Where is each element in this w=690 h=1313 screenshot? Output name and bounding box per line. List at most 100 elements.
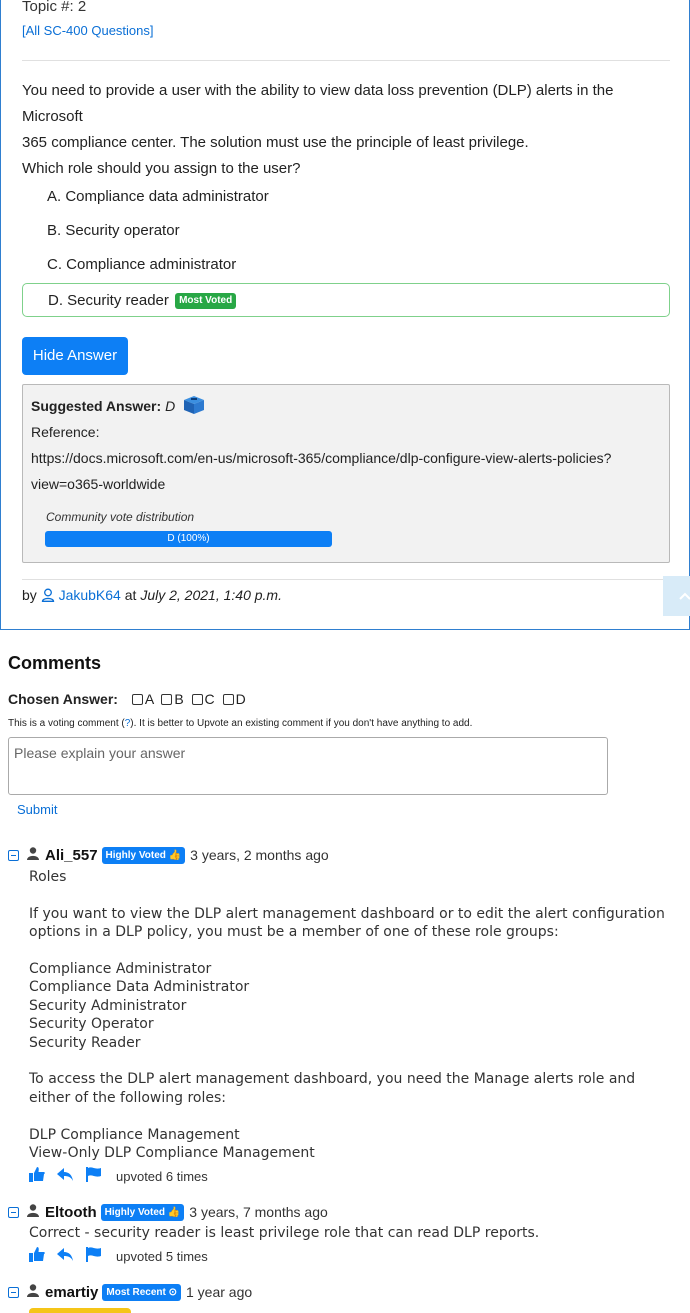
answer-box: Suggested Answer: D Reference: https://d…: [22, 384, 670, 563]
highly-voted-badge: Highly Voted 👍: [100, 1203, 185, 1221]
user-icon: [41, 587, 59, 603]
textarea-placeholder: Please explain your answer: [14, 745, 186, 761]
post-date: July 2, 2021, 1:40 p.m.: [140, 587, 282, 603]
choice-c[interactable]: C. Compliance administrator: [22, 248, 670, 282]
suggested-answer-label: Suggested Answer:: [31, 398, 162, 414]
ballot-box-icon[interactable]: [183, 395, 205, 423]
submit-button[interactable]: Submit: [17, 802, 57, 817]
comment-timestamp: 3 years, 7 months ago: [189, 1204, 328, 1220]
by-label: by: [22, 587, 37, 603]
question-line: Which role should you assign to the user…: [22, 160, 301, 177]
option-label: B: [174, 691, 184, 707]
reference-url-line-1: https://docs.microsoft.com/en-us/microso…: [31, 450, 612, 466]
upvote-icon[interactable]: [29, 1167, 45, 1185]
comment-paragraph: DLP Compliance Management: [29, 1126, 240, 1143]
user-icon: [27, 847, 39, 863]
chevron-up-icon: [663, 592, 690, 620]
checkbox-d[interactable]: [222, 694, 234, 705]
author-name: JakubK64: [58, 587, 121, 603]
question-text: You need to provide a user with the abil…: [22, 78, 670, 182]
choice-label: A. Compliance data administrator: [47, 188, 269, 205]
checkbox-c[interactable]: [191, 694, 203, 705]
comment-paragraph: If you want to view the DLP alert manage…: [29, 905, 665, 941]
comment-paragraph: To access the DLP alert management dashb…: [29, 1071, 636, 1106]
selected-answer-badge: [29, 1308, 131, 1313]
divider: [22, 579, 670, 580]
highly-voted-badge: Highly Voted 👍: [101, 846, 186, 864]
comment-paragraph: [29, 942, 679, 960]
comment-paragraph: Roles: [29, 869, 67, 885]
upvote-icon[interactable]: [29, 1247, 45, 1265]
comment-username[interactable]: Ali_557: [45, 847, 98, 864]
hide-answer-button[interactable]: Hide Answer: [22, 337, 128, 375]
reference-url-line-2: view=o365-worldwide: [31, 476, 166, 492]
reply-icon[interactable]: [57, 1247, 74, 1265]
choice-a[interactable]: A. Compliance data administrator: [22, 180, 670, 214]
comment-body: Roles If you want to view the DLP alert …: [29, 868, 679, 1162]
choice-d[interactable]: D. Security reader Most Voted: [22, 283, 670, 317]
comment-username[interactable]: emartiy: [45, 1284, 98, 1301]
comment-paragraph: Security Reader: [29, 1034, 141, 1051]
comment-paragraph: Security Operator: [29, 1016, 154, 1033]
reply-icon[interactable]: [57, 1167, 74, 1185]
topic-label: Topic #: 2: [22, 0, 87, 15]
upvote-count: upvoted 5 times: [116, 1248, 208, 1264]
community-vote-label: Community vote distribution: [46, 510, 195, 524]
flag-icon[interactable]: [86, 1247, 102, 1265]
flag-icon[interactable]: [86, 1167, 102, 1185]
comment-textarea[interactable]: Please explain your answer: [8, 737, 608, 795]
collapse-icon[interactable]: [8, 1206, 19, 1218]
choice-label: D. Security reader: [48, 292, 169, 309]
comment-body: Correct - security reader is least privi…: [29, 1224, 679, 1242]
comment-paragraph: Security Administrator: [29, 997, 187, 1014]
comment-timestamp: 3 years, 2 months ago: [190, 847, 329, 863]
author-link[interactable]: JakubK64: [41, 587, 125, 603]
collapse-icon[interactable]: [8, 1286, 19, 1298]
voting-note: This is a voting comment (?). It is bett…: [8, 718, 472, 729]
comment-paragraph: Compliance Data Administrator: [29, 979, 250, 996]
badge-text: Highly Voted: [104, 1206, 166, 1218]
option-label: A: [144, 691, 154, 707]
comment-paragraph: [29, 1052, 679, 1070]
badge-text: Most Recent: [106, 1286, 166, 1298]
byline: by JakubK64 at July 2, 2021, 1:40 p.m.: [22, 587, 282, 603]
comment-paragraph: Correct - security reader is least privi…: [29, 1225, 540, 1241]
voting-note-text: This is a voting comment (: [8, 718, 125, 729]
comment-header: emartiy Most Recent ⊙ 1 year ago: [8, 1282, 252, 1302]
comment-actions: upvoted 5 times: [29, 1247, 208, 1265]
reference-label: Reference:: [31, 424, 100, 440]
suggested-answer-value: D: [165, 398, 176, 414]
most-voted-badge: Most Voted: [175, 293, 237, 309]
scroll-to-top-button[interactable]: [663, 576, 690, 616]
user-icon: [27, 1204, 39, 1220]
comment-header: Eltooth Highly Voted 👍 3 years, 7 months…: [8, 1202, 328, 1222]
clock-icon: ⊙: [168, 1286, 177, 1298]
at-label: at: [124, 587, 137, 603]
badge-text: Highly Voted: [105, 849, 166, 861]
collapse-icon[interactable]: [8, 849, 19, 861]
comment-actions: upvoted 6 times: [29, 1167, 208, 1185]
thumbs-up-icon: 👍: [168, 849, 182, 861]
chosen-answer-row: Chosen Answer: A B C D: [8, 691, 246, 707]
vote-distribution-bar: D (100%): [45, 531, 332, 547]
choice-label: B. Security operator: [47, 222, 180, 239]
comment-header: Ali_557 Highly Voted 👍 3 years, 2 months…: [8, 845, 329, 865]
question-line: 365 compliance center. The solution must…: [22, 134, 529, 151]
comment-paragraph: [29, 1107, 679, 1125]
choice-b[interactable]: B. Security operator: [22, 214, 670, 248]
chosen-answer-label: Chosen Answer:: [8, 691, 118, 707]
all-questions-link[interactable]: [All SC-400 Questions]: [22, 23, 154, 38]
comments-heading: Comments: [8, 653, 102, 673]
user-icon: [27, 1284, 39, 1300]
question-card: Topic #: 2 [All SC-400 Questions] You ne…: [0, 0, 690, 630]
checkbox-b[interactable]: [161, 694, 173, 705]
comment-paragraph: Compliance Administrator: [29, 961, 212, 977]
option-label: D: [235, 691, 246, 707]
comment-timestamp: 1 year ago: [186, 1284, 253, 1300]
comment-username[interactable]: Eltooth: [45, 1204, 97, 1221]
thumbs-up-icon: 👍: [167, 1206, 181, 1218]
checkbox-a[interactable]: [131, 694, 143, 705]
upvote-count: upvoted 6 times: [116, 1168, 208, 1184]
comment-paragraph: View-Only DLP Compliance Management: [29, 1145, 315, 1162]
question-line: You need to provide a user with the abil…: [22, 82, 614, 125]
